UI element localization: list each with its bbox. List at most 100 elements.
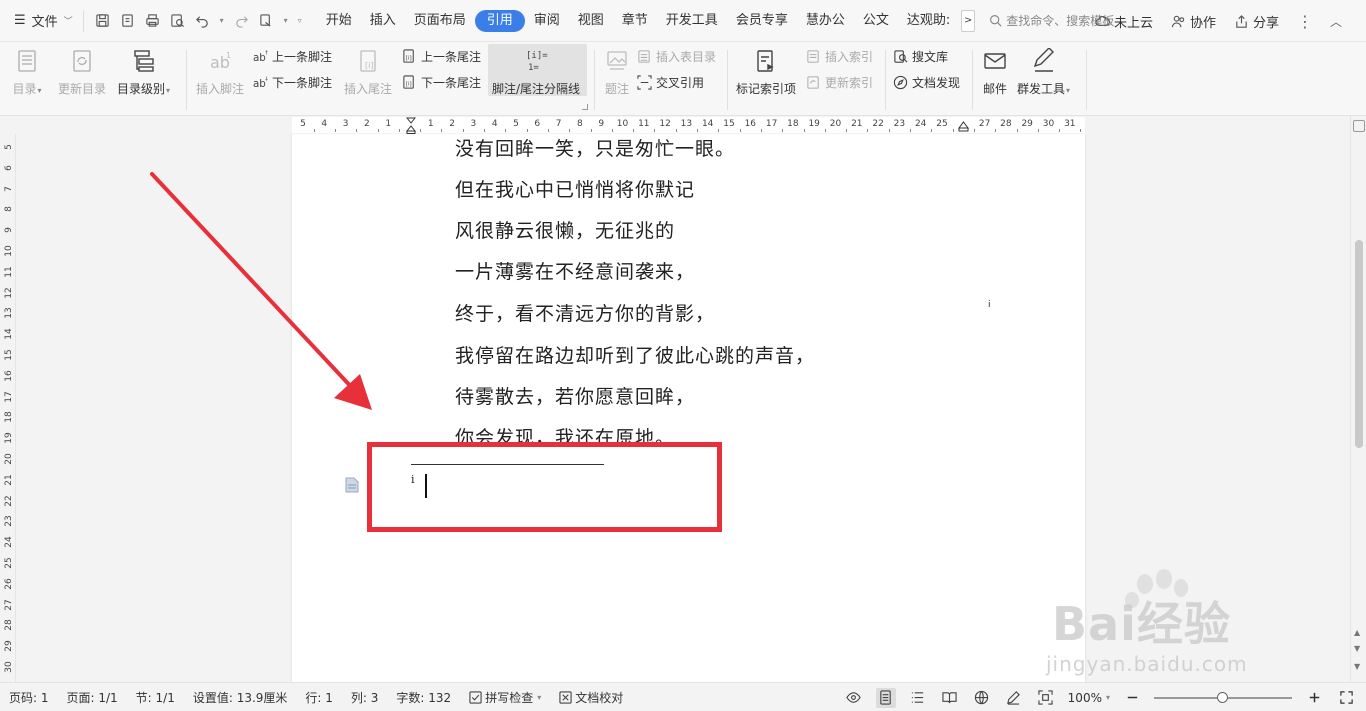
tab-references[interactable]: 引用 [474, 9, 525, 32]
format-dropdown-icon[interactable]: ▾ [281, 16, 291, 25]
search-library-button[interactable]: 搜文库 [893, 48, 948, 65]
insert-index-button[interactable]: 插入索引 [806, 48, 873, 65]
ruler-number: 29 [1021, 119, 1033, 129]
tab-official-doc[interactable]: 公文 [854, 10, 898, 32]
doc-proof-button[interactable]: 文档校对 [550, 689, 632, 706]
mark-index-label: 标记索引项 [736, 82, 797, 96]
insert-endnote-button[interactable]: [i] 插入尾注 [344, 46, 392, 97]
print-icon[interactable] [142, 10, 163, 32]
collaborate-button[interactable]: 协作 [1171, 12, 1216, 31]
cross-reference-button[interactable]: 交叉引用 [637, 74, 704, 91]
spell-check-button[interactable]: 拼写检查 ▾ [460, 689, 550, 706]
next-footnote-button[interactable]: ab↓ 下一条脚注 [253, 74, 332, 91]
insert-table-toc-button[interactable]: 插入表目录 [637, 48, 716, 65]
status-page-code[interactable]: 页码: 1 [0, 689, 58, 706]
toc-button[interactable]: 目录▾ [12, 46, 42, 97]
customize-toolbar-icon[interactable]: ▿ [295, 16, 305, 25]
status-section[interactable]: 节: 1/1 [127, 689, 184, 706]
vertical-ruler-number: 16 [4, 370, 14, 382]
tab-page-layout[interactable]: 页面布局 [405, 10, 475, 32]
toc-level-button[interactable]: 目录级别▾ [117, 46, 170, 97]
share-button[interactable]: 分享 [1234, 12, 1279, 31]
poem-line[interactable]: 一片薄雾在不经意间袭来， [455, 257, 695, 284]
scroll-top-icon[interactable] [1353, 120, 1365, 132]
right-indent-marker-icon[interactable] [958, 120, 969, 132]
tab-daguan[interactable]: 达观助: [898, 10, 959, 32]
doc-discover-button[interactable]: 文档发现 [893, 74, 960, 91]
undo-dropdown-icon[interactable]: ▾ [217, 16, 227, 25]
dialog-launcher-icon[interactable] [582, 104, 588, 110]
status-word-count[interactable]: 字数: 132 [387, 689, 460, 706]
prev-endnote-button[interactable]: [i] 上一条尾注 [402, 48, 481, 65]
fullscreen-icon[interactable] [1336, 688, 1356, 708]
status-page-count[interactable]: 页面: 1/1 [58, 689, 127, 706]
export-pdf-icon[interactable] [117, 10, 138, 32]
tab-developer[interactable]: 开发工具 [657, 10, 727, 32]
chevron-right-icon[interactable]: > [961, 9, 976, 32]
fit-page-icon[interactable] [1036, 688, 1056, 708]
eye-protection-icon[interactable] [844, 688, 864, 708]
update-index-button[interactable]: 更新索引 [806, 74, 873, 91]
vertical-ruler-number: 30 [4, 661, 14, 673]
status-column[interactable]: 列: 3 [342, 689, 388, 706]
zoom-value: 100% [1067, 690, 1102, 705]
zoom-in-icon[interactable] [1304, 688, 1324, 708]
zoom-out-icon[interactable] [1122, 688, 1142, 708]
vertical-scrollbar[interactable]: ▲ ▼ ▼ [1350, 116, 1366, 682]
tab-view[interactable]: 视图 [569, 10, 613, 32]
more-options-icon[interactable]: ⋮ [1297, 12, 1313, 31]
vertical-ruler-number: 12 [4, 286, 14, 299]
poem-line[interactable]: 终于，看不清远方你的背影， [455, 299, 715, 326]
poem-line[interactable]: 待雾散去，若你愿意回眸， [455, 382, 695, 409]
print-preview-icon[interactable] [167, 10, 188, 32]
next-endnote-button[interactable]: [i] 下一条尾注 [402, 74, 481, 91]
scroll-down-arrow-icon[interactable]: ▼ [1354, 644, 1360, 653]
cloud-status[interactable]: 未上云 [1095, 12, 1153, 31]
zoom-level[interactable]: 100% ▾ [1068, 691, 1110, 705]
undo-icon[interactable] [192, 10, 213, 32]
pen-icon[interactable] [1004, 688, 1024, 708]
page-down-arrow-icon[interactable]: ▼ [1354, 662, 1360, 671]
poem-line[interactable]: 我停留在路边却听到了彼此心跳的声音， [455, 341, 815, 368]
tab-insert[interactable]: 插入 [361, 10, 405, 32]
scroll-up-arrow-icon[interactable]: ▲ [1354, 628, 1360, 637]
page-view-icon[interactable] [875, 687, 896, 708]
poem-line[interactable]: 没有回眸一笑，只是匆忙一眼。 [455, 134, 735, 161]
tab-smart-office[interactable]: 慧办公 [797, 10, 854, 32]
mark-index-button[interactable]: 标记索引项 [736, 46, 796, 97]
scrollbar-thumb[interactable] [1355, 240, 1363, 448]
tab-chapter[interactable]: 章节 [613, 10, 657, 32]
poem-line[interactable]: 但在我心中已悄悄将你默记 [455, 175, 695, 202]
redo-icon[interactable] [231, 10, 252, 32]
insert-footnote-button[interactable]: ab 1 插入脚注 [196, 46, 244, 97]
poem-line[interactable]: 风很静云很懒，无征兆的 [455, 216, 675, 243]
tab-review[interactable]: 审阅 [525, 10, 569, 32]
web-view-icon[interactable] [972, 688, 992, 708]
collapse-ribbon-icon[interactable]: ︿ [1330, 13, 1342, 30]
footnote-separator-button[interactable]: [i]= 1= 脚注/尾注分隔线 [492, 46, 580, 97]
file-menu[interactable]: ☰ 文件 ﹀ [0, 0, 83, 42]
vertical-ruler-number: 9 [4, 227, 14, 234]
tab-member[interactable]: 会员专享 [727, 10, 797, 32]
document-page[interactable]: 没有回眸一笑，只是匆忙一眼。 但在我心中已悄悄将你默记 风很静云很懒，无征兆的 … [292, 134, 1085, 682]
vertical-ruler-number: 25 [4, 557, 14, 569]
ruler-number: 25 [936, 119, 948, 129]
prev-footnote-button[interactable]: ab↑ 上一条脚注 [253, 48, 332, 65]
caption-button[interactable]: 题注 [602, 46, 632, 97]
vertical-ruler[interactable]: 5 6 7 8 9 10 11 12 13 14 15 16 17 18 19 20 21 22 23 24 25 26 2… [0, 134, 16, 682]
reading-view-icon[interactable] [940, 688, 960, 708]
horizontal-ruler[interactable]: 5 4 3 2 1 1 2 3 4 5 6 7 8 9 10 11 12 13 14 15 16 17 18 19 20 21 22… [0, 116, 1366, 134]
group-tools-button[interactable]: 群发工具▾ [1017, 46, 1070, 97]
mail-button[interactable]: 邮件 [980, 46, 1010, 97]
zoom-slider[interactable] [1154, 688, 1292, 708]
save-icon[interactable] [92, 10, 113, 32]
indent-marker-icon[interactable] [406, 117, 416, 134]
status-position[interactable]: 设置值: 13.9厘米 [184, 689, 297, 706]
outline-view-icon[interactable] [908, 688, 928, 708]
format-painter-icon[interactable] [256, 10, 277, 32]
tab-home[interactable]: 开始 [317, 10, 361, 32]
status-row[interactable]: 行: 1 [296, 689, 342, 706]
zoom-knob[interactable] [1217, 691, 1228, 703]
cloud-icon [1095, 15, 1110, 26]
update-toc-button[interactable]: 更新目录 [58, 46, 106, 97]
